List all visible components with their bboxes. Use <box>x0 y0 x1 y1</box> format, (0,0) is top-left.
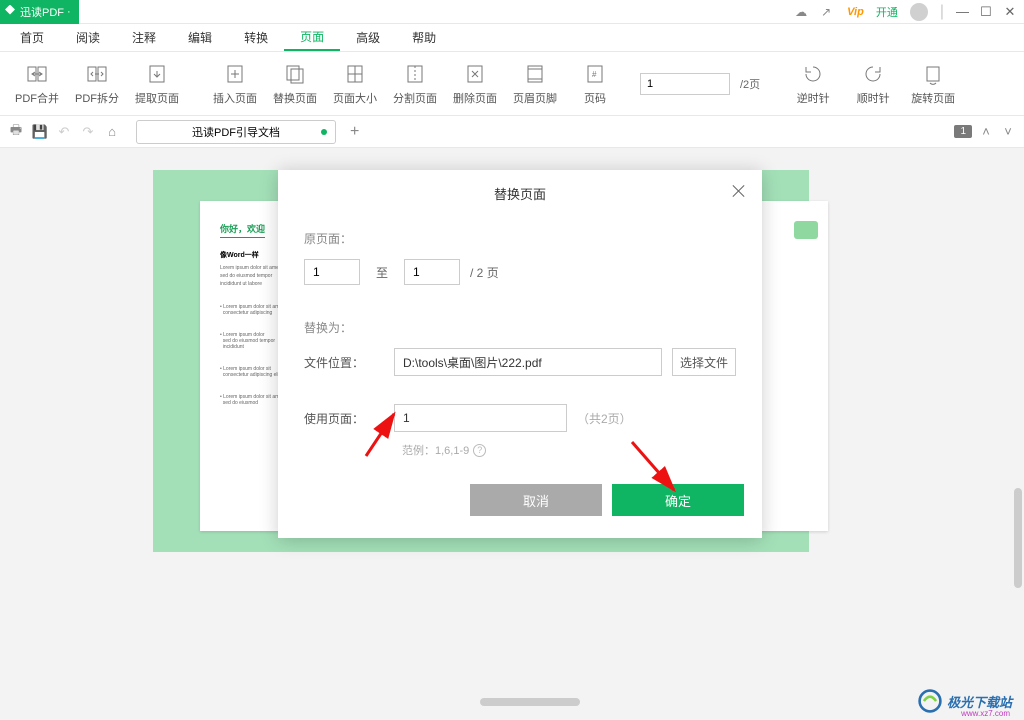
tool-rotate-ccw[interactable]: 逆时针 <box>784 54 842 114</box>
header-footer-icon <box>523 62 547 86</box>
size-icon <box>343 62 367 86</box>
to-page-input[interactable] <box>404 259 460 285</box>
file-location-label: 文件位置： <box>304 354 384 371</box>
avatar[interactable] <box>910 3 928 21</box>
modified-dot-icon <box>321 129 327 135</box>
menu-convert[interactable]: 转换 <box>228 25 284 50</box>
divide-icon <box>403 62 427 86</box>
menu-read[interactable]: 阅读 <box>60 25 116 50</box>
divider: | <box>940 3 944 21</box>
rotate-page-icon <box>921 62 945 86</box>
undo-icon[interactable]: ↶ <box>56 124 72 140</box>
use-pages-label: 使用页面： <box>304 410 384 427</box>
dialog-close-button[interactable] <box>732 184 746 198</box>
app-name: 迅读PDF <box>20 4 64 20</box>
tool-insert[interactable]: 插入页面 <box>206 54 264 114</box>
share-icon[interactable]: ↗ <box>821 5 835 19</box>
tabbar: 🖶 💾 ↶ ↷ ⌂ 迅读PDF引导文档 + 1 ˄ ˅ <box>0 116 1024 148</box>
tool-delete[interactable]: 删除页面 <box>446 54 504 114</box>
tool-rotate-cw[interactable]: 顺时针 <box>844 54 902 114</box>
ok-button[interactable]: 确定 <box>612 484 744 516</box>
delete-icon <box>463 62 487 86</box>
tool-rotate-page[interactable]: 旋转页面 <box>904 54 962 114</box>
tool-replace[interactable]: 替换页面 <box>266 54 324 114</box>
document-tab-label: 迅读PDF引导文档 <box>192 124 280 140</box>
menu-page[interactable]: 页面 <box>284 24 340 51</box>
rotate-cw-icon <box>861 62 885 86</box>
merge-icon <box>25 62 49 86</box>
close-button[interactable]: ✕ <box>1004 4 1016 20</box>
page-total-label: /2页 <box>740 76 760 92</box>
add-tab-button[interactable]: + <box>350 123 359 141</box>
watermark-text: 极光下载站 <box>947 692 1012 711</box>
svg-text:#: # <box>592 70 597 79</box>
app-badge: 迅读PDF · <box>0 0 79 24</box>
tool-extract[interactable]: 提取页面 <box>128 54 186 114</box>
tool-divide[interactable]: 分割页面 <box>386 54 444 114</box>
extract-icon <box>145 62 169 86</box>
cloud-icon[interactable]: ☁ <box>795 5 809 19</box>
print-icon[interactable]: 🖶 <box>8 124 24 140</box>
tool-split[interactable]: PDF拆分 <box>68 54 126 114</box>
maximize-button[interactable]: ☐ <box>980 4 992 20</box>
menu-help[interactable]: 帮助 <box>396 25 452 50</box>
minimize-button[interactable]: — <box>956 4 968 19</box>
chevron-down-icon[interactable]: ˅ <box>1000 124 1016 140</box>
vip-icon[interactable]: Vip <box>847 6 864 18</box>
replace-icon <box>283 62 307 86</box>
home-icon[interactable]: ⌂ <box>104 124 120 140</box>
menu-home[interactable]: 首页 <box>4 25 60 50</box>
total-pages-label: / 2 页 <box>470 264 499 281</box>
replace-with-label: 替换为： <box>304 319 736 336</box>
file-path-input[interactable] <box>394 348 662 376</box>
watermark-logo-icon <box>917 688 943 714</box>
tool-merge[interactable]: PDF合并 <box>8 54 66 114</box>
split-icon <box>85 62 109 86</box>
from-page-input[interactable] <box>304 259 360 285</box>
replace-page-dialog: 替换页面 原页面： 至 / 2 页 替换为： 文件位置： 选择文件 使用页面： <box>278 170 762 538</box>
tool-header-footer[interactable]: 页眉页脚 <box>506 54 564 114</box>
watermark-url: www.xz7.com <box>961 709 1010 718</box>
menu-edit[interactable]: 编辑 <box>172 25 228 50</box>
insert-icon <box>223 62 247 86</box>
toolbar: PDF合并 PDF拆分 提取页面 插入页面 替换页面 页面大小 分割页面 删除页… <box>0 52 1024 116</box>
dialog-title: 替换页面 <box>494 184 546 203</box>
pagenum-icon: # <box>583 62 607 86</box>
help-icon[interactable]: ? <box>473 444 486 457</box>
original-page-label: 原页面： <box>304 230 736 247</box>
rotate-ccw-icon <box>801 62 825 86</box>
cancel-button[interactable]: 取消 <box>470 484 602 516</box>
menu-annotate[interactable]: 注释 <box>116 25 172 50</box>
use-pages-total: （共2页） <box>577 410 632 427</box>
browse-file-button[interactable]: 选择文件 <box>672 348 736 376</box>
document-tab[interactable]: 迅读PDF引导文档 <box>136 120 336 144</box>
vip-open-label[interactable]: 开通 <box>876 4 898 20</box>
use-pages-input[interactable] <box>394 404 567 432</box>
to-label: 至 <box>376 264 388 281</box>
tool-size[interactable]: 页面大小 <box>326 54 384 114</box>
page-badge: 1 <box>954 125 972 138</box>
save-icon[interactable]: 💾 <box>32 124 48 140</box>
menubar: 首页 阅读 注释 编辑 转换 页面 高级 帮助 <box>0 24 1024 52</box>
menu-advanced[interactable]: 高级 <box>340 25 396 50</box>
tool-page-number[interactable]: # 页码 <box>566 54 624 114</box>
example-hint: 范例：1,6,1-9 ? <box>402 442 736 458</box>
current-page-input[interactable] <box>640 73 730 95</box>
chevron-up-icon[interactable]: ˄ <box>978 124 994 140</box>
redo-icon[interactable]: ↷ <box>80 124 96 140</box>
